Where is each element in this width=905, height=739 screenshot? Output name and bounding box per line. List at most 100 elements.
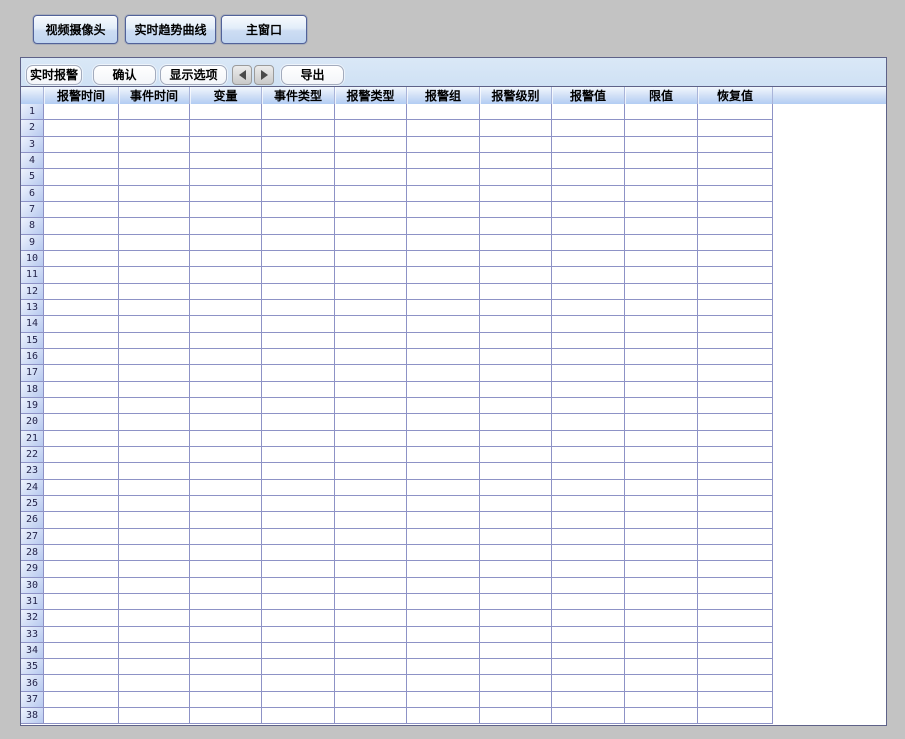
table-row[interactable]: 35 [21, 659, 886, 675]
table-row[interactable]: 31 [21, 594, 886, 610]
table-row[interactable]: 27 [21, 529, 886, 545]
table-row[interactable]: 4 [21, 153, 886, 169]
cell [552, 365, 625, 381]
cell [552, 169, 625, 185]
cell [335, 561, 407, 577]
cell [625, 137, 698, 153]
table-row[interactable]: 29 [21, 561, 886, 577]
column-header-1[interactable]: 报警时间 [44, 87, 119, 104]
confirm-button[interactable]: 确认 [93, 65, 156, 85]
cell [335, 300, 407, 316]
table-row[interactable]: 37 [21, 692, 886, 708]
cell [335, 333, 407, 349]
cell [262, 708, 335, 724]
cell [552, 382, 625, 398]
table-row[interactable]: 30 [21, 578, 886, 594]
table-row[interactable]: 13 [21, 300, 886, 316]
column-header-8[interactable]: 报警值 [552, 87, 625, 104]
table-row[interactable]: 33 [21, 627, 886, 643]
cell [262, 529, 335, 545]
previous-page-button[interactable] [232, 65, 252, 85]
table-row[interactable]: 15 [21, 333, 886, 349]
cell [698, 675, 773, 691]
table-row[interactable]: 10 [21, 251, 886, 267]
cell [698, 300, 773, 316]
table-row[interactable]: 14 [21, 316, 886, 332]
cell [44, 627, 119, 643]
table-row[interactable]: 32 [21, 610, 886, 626]
cell [407, 153, 480, 169]
table-row[interactable]: 34 [21, 643, 886, 659]
cell [480, 659, 552, 675]
realtime-alarm-button[interactable]: 实时报警 [26, 65, 82, 85]
row-filler [773, 496, 886, 512]
table-row[interactable]: 25 [21, 496, 886, 512]
table-row[interactable]: 3 [21, 137, 886, 153]
column-header-6[interactable]: 报警组 [407, 87, 480, 104]
table-row[interactable]: 28 [21, 545, 886, 561]
cell [407, 398, 480, 414]
cell [44, 594, 119, 610]
cell [480, 365, 552, 381]
table-row[interactable]: 21 [21, 431, 886, 447]
column-header-4[interactable]: 事件类型 [262, 87, 335, 104]
cell [698, 692, 773, 708]
table-row[interactable]: 19 [21, 398, 886, 414]
cell [698, 398, 773, 414]
table-row[interactable]: 26 [21, 512, 886, 528]
table-row[interactable]: 23 [21, 463, 886, 479]
table-row[interactable]: 1 [21, 104, 886, 120]
main-window-button[interactable]: 主窗口 [221, 15, 307, 44]
row-filler [773, 708, 886, 724]
cell [262, 578, 335, 594]
cell [335, 643, 407, 659]
alarm-table-panel: 实时报警 确认 显示选项 导出 报警时间事件时间变量事件类型报警类型报警组报警级… [20, 57, 887, 726]
table-row[interactable]: 8 [21, 218, 886, 234]
cell [552, 529, 625, 545]
table-row[interactable]: 18 [21, 382, 886, 398]
row-filler [773, 414, 886, 430]
cell [44, 643, 119, 659]
cell [44, 610, 119, 626]
table-row[interactable]: 11 [21, 267, 886, 283]
table-row[interactable]: 20 [21, 414, 886, 430]
realtime-trend-curve-button[interactable]: 实时趋势曲线 [125, 15, 216, 44]
table-row[interactable]: 22 [21, 447, 886, 463]
table-row[interactable]: 2 [21, 120, 886, 136]
column-header-7[interactable]: 报警级别 [480, 87, 552, 104]
table-row[interactable]: 16 [21, 349, 886, 365]
cell [480, 463, 552, 479]
column-header-9[interactable]: 限值 [625, 87, 698, 104]
table-row[interactable]: 6 [21, 186, 886, 202]
next-page-button[interactable] [254, 65, 274, 85]
column-header-10[interactable]: 恢复值 [698, 87, 773, 104]
cell [407, 218, 480, 234]
cell [335, 267, 407, 283]
table-row[interactable]: 36 [21, 675, 886, 691]
video-camera-button[interactable]: 视频摄像头 [33, 15, 118, 44]
cell [407, 578, 480, 594]
table-row[interactable]: 12 [21, 284, 886, 300]
table-row[interactable]: 38 [21, 708, 886, 724]
display-options-button[interactable]: 显示选项 [160, 65, 227, 85]
cell [190, 627, 262, 643]
column-header-2[interactable]: 事件时间 [119, 87, 190, 104]
column-header-5[interactable]: 报警类型 [335, 87, 407, 104]
row-filler [773, 545, 886, 561]
cell [698, 137, 773, 153]
export-button[interactable]: 导出 [281, 65, 344, 85]
table-row[interactable]: 7 [21, 202, 886, 218]
table-row[interactable]: 17 [21, 365, 886, 381]
cell [190, 561, 262, 577]
header-filler [773, 87, 886, 104]
row-filler [773, 529, 886, 545]
cell [335, 202, 407, 218]
table-row[interactable]: 5 [21, 169, 886, 185]
cell [552, 218, 625, 234]
table-row[interactable]: 9 [21, 235, 886, 251]
cell [262, 316, 335, 332]
cell [44, 349, 119, 365]
column-header-3[interactable]: 变量 [190, 87, 262, 104]
cell [552, 659, 625, 675]
table-row[interactable]: 24 [21, 480, 886, 496]
